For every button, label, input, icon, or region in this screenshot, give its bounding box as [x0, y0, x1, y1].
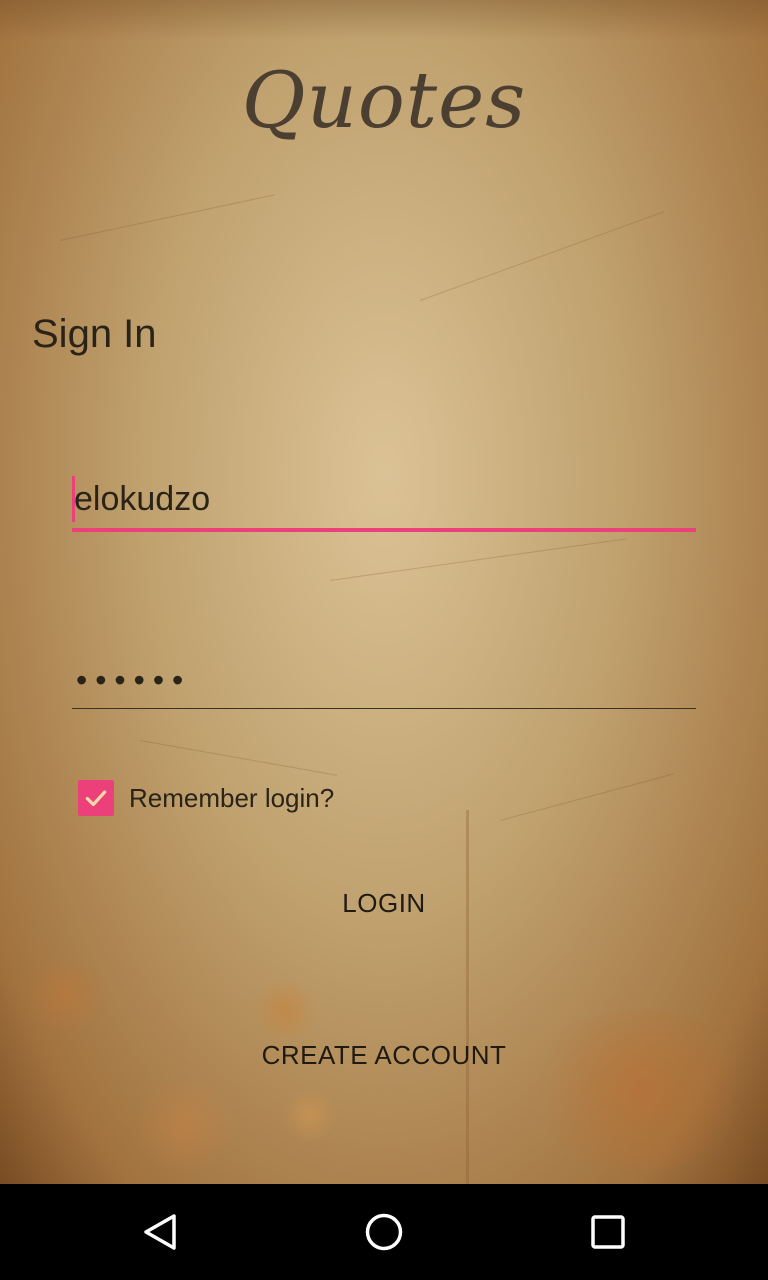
paper-stain [130, 1080, 240, 1170]
username-field[interactable]: elokudzo [72, 472, 696, 532]
paper-scratch [499, 773, 674, 821]
page-title: Sign In [32, 312, 157, 356]
paper-stain [20, 960, 110, 1030]
password-field[interactable]: •••••• [72, 652, 696, 709]
app-logo: Quotes [241, 56, 527, 146]
password-value: •••••• [76, 662, 192, 698]
checkmark-icon [85, 790, 107, 807]
paper-scratch [59, 194, 276, 241]
paper-stain [520, 1010, 760, 1170]
remember-login-option[interactable]: Remember login? [78, 780, 334, 816]
paper-scratch [139, 740, 338, 776]
home-icon[interactable] [364, 1212, 404, 1252]
sign-in-screen: Quotes Sign In elokudzo •••••• Remember … [0, 0, 768, 1184]
paper-scratch [419, 211, 665, 301]
remember-login-checkbox[interactable] [78, 780, 114, 816]
paper-stain [280, 1090, 340, 1140]
login-button[interactable]: LOGIN [0, 888, 768, 919]
create-account-button[interactable]: CREATE ACCOUNT [0, 1040, 768, 1071]
paper-fold [466, 810, 469, 1184]
paper-scratch [329, 538, 628, 581]
back-icon[interactable] [140, 1212, 180, 1252]
paper-stain [250, 980, 320, 1040]
system-navigation-bar [0, 1184, 768, 1280]
username-value: elokudzo [74, 480, 211, 518]
recents-icon[interactable] [588, 1212, 628, 1252]
paper-shadow [0, 0, 768, 40]
remember-login-label: Remember login? [129, 782, 335, 813]
